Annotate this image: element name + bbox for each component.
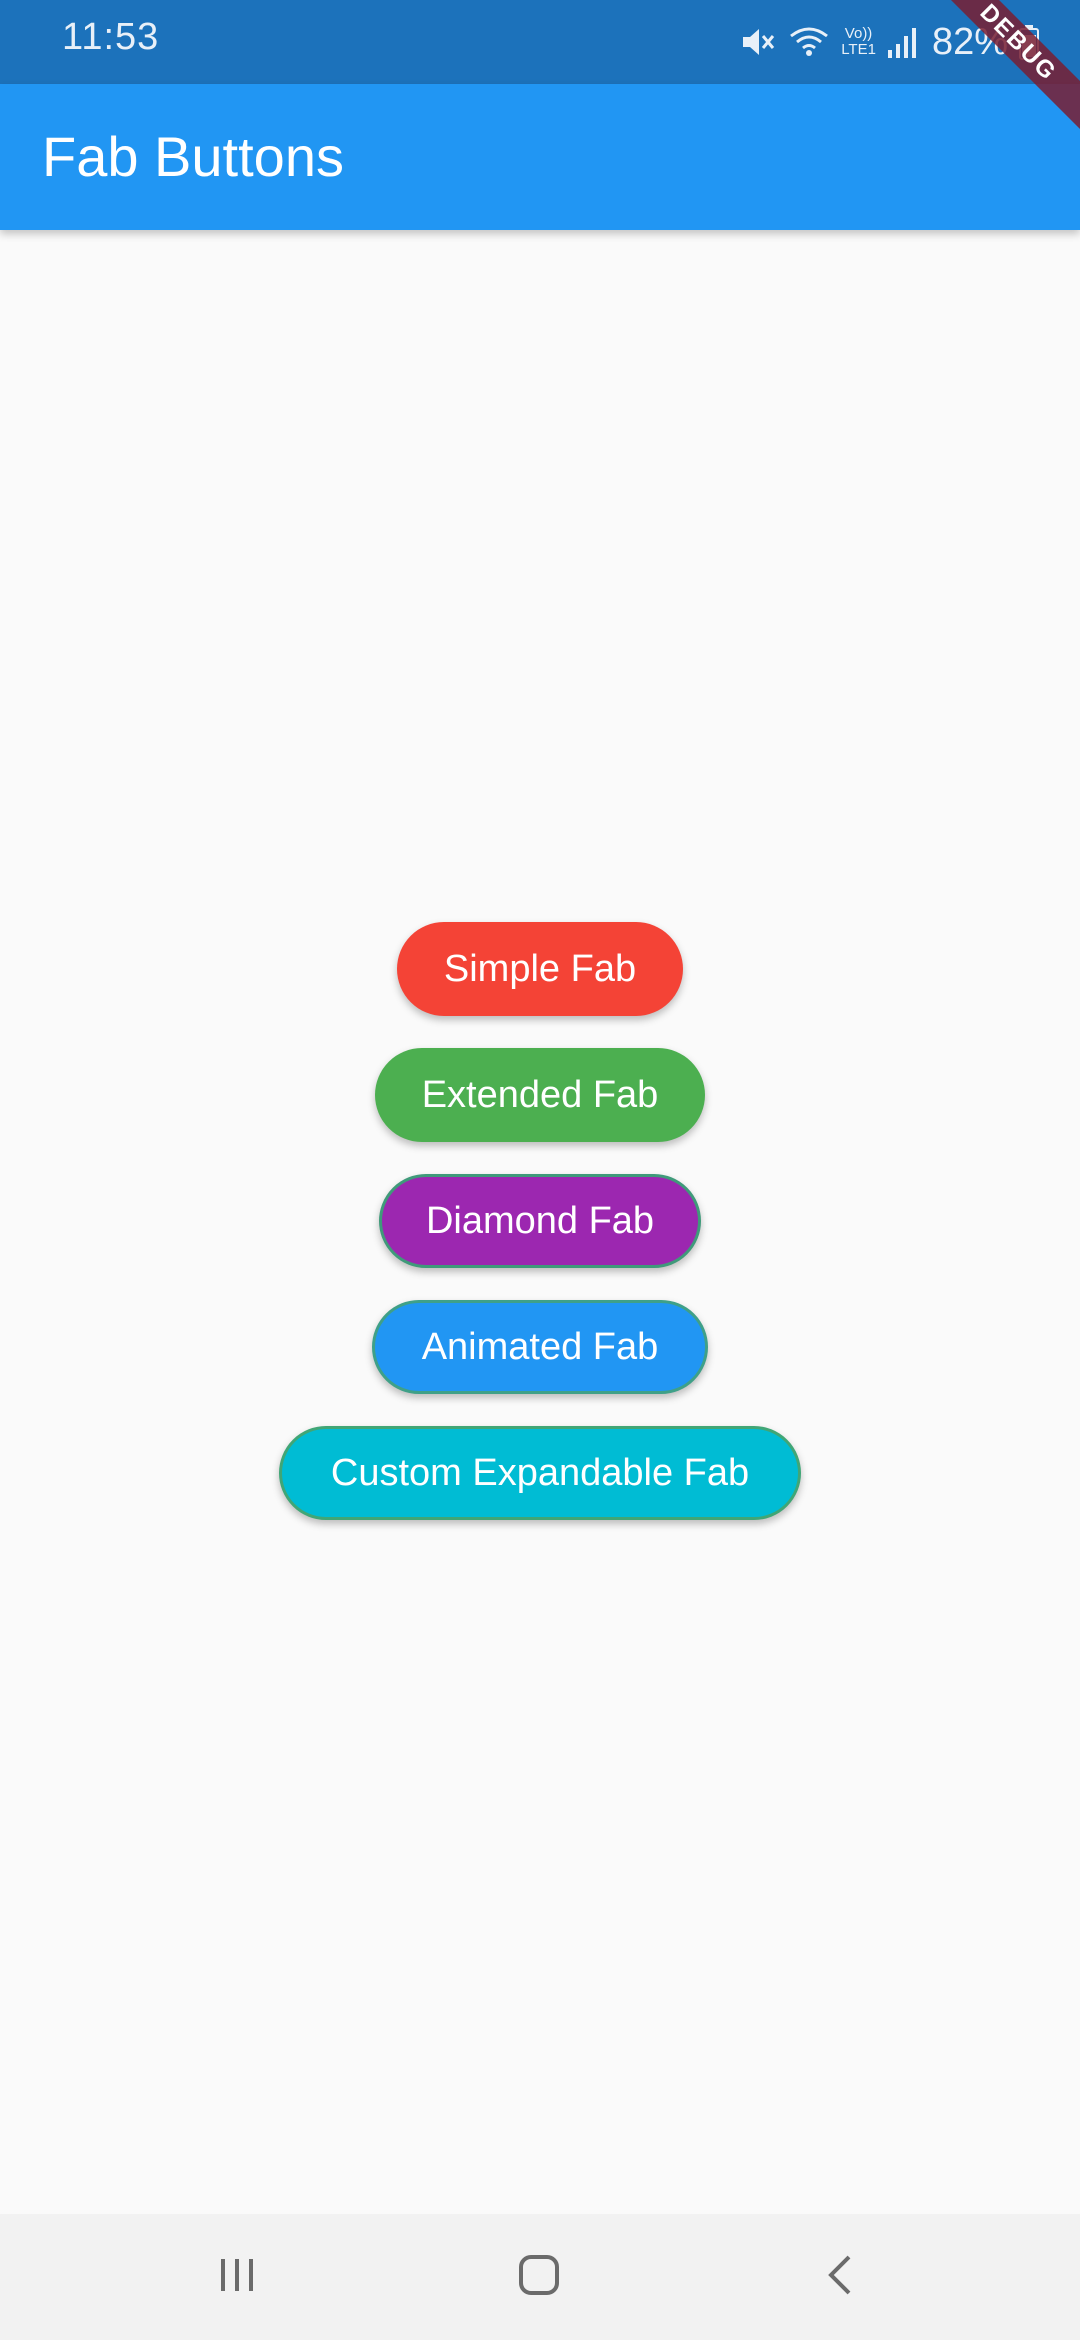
system-nav-bar: [0, 2214, 1080, 2340]
status-time: 11:53: [62, 16, 160, 58]
custom-expandable-fab-button[interactable]: Custom Expandable Fab: [279, 1426, 801, 1520]
page-title: Fab Buttons: [42, 125, 344, 188]
recent-apps-icon: [215, 2253, 259, 2302]
animated-fab-button[interactable]: Animated Fab: [372, 1300, 708, 1394]
extended-fab-button[interactable]: Extended Fab: [375, 1048, 705, 1142]
status-bar: 11:53 Vo)) LTE1 82%: [0, 0, 1080, 84]
back-icon: [819, 2253, 863, 2302]
back-button[interactable]: [806, 2244, 876, 2310]
recent-apps-button[interactable]: [202, 2244, 272, 2310]
volte-label: Vo)): [844, 25, 873, 42]
simple-fab-button[interactable]: Simple Fab: [397, 922, 683, 1016]
fab-button-list: Simple Fab Extended Fab Diamond Fab Anim…: [0, 922, 1080, 1552]
diamond-fab-button[interactable]: Diamond Fab: [379, 1174, 701, 1268]
lte-label: LTE1: [841, 41, 876, 58]
wifi-icon: [787, 22, 831, 62]
volte-icon: Vo)) LTE1: [841, 26, 876, 58]
mute-icon: [737, 22, 777, 62]
home-button[interactable]: [504, 2244, 574, 2310]
home-icon: [515, 2251, 563, 2304]
signal-icon: [886, 22, 918, 62]
app-bar: Fab Buttons: [0, 84, 1080, 230]
app-screen: 11:53 Vo)) LTE1 82% Fab Buttons DEBUG Si…: [0, 0, 1080, 2340]
